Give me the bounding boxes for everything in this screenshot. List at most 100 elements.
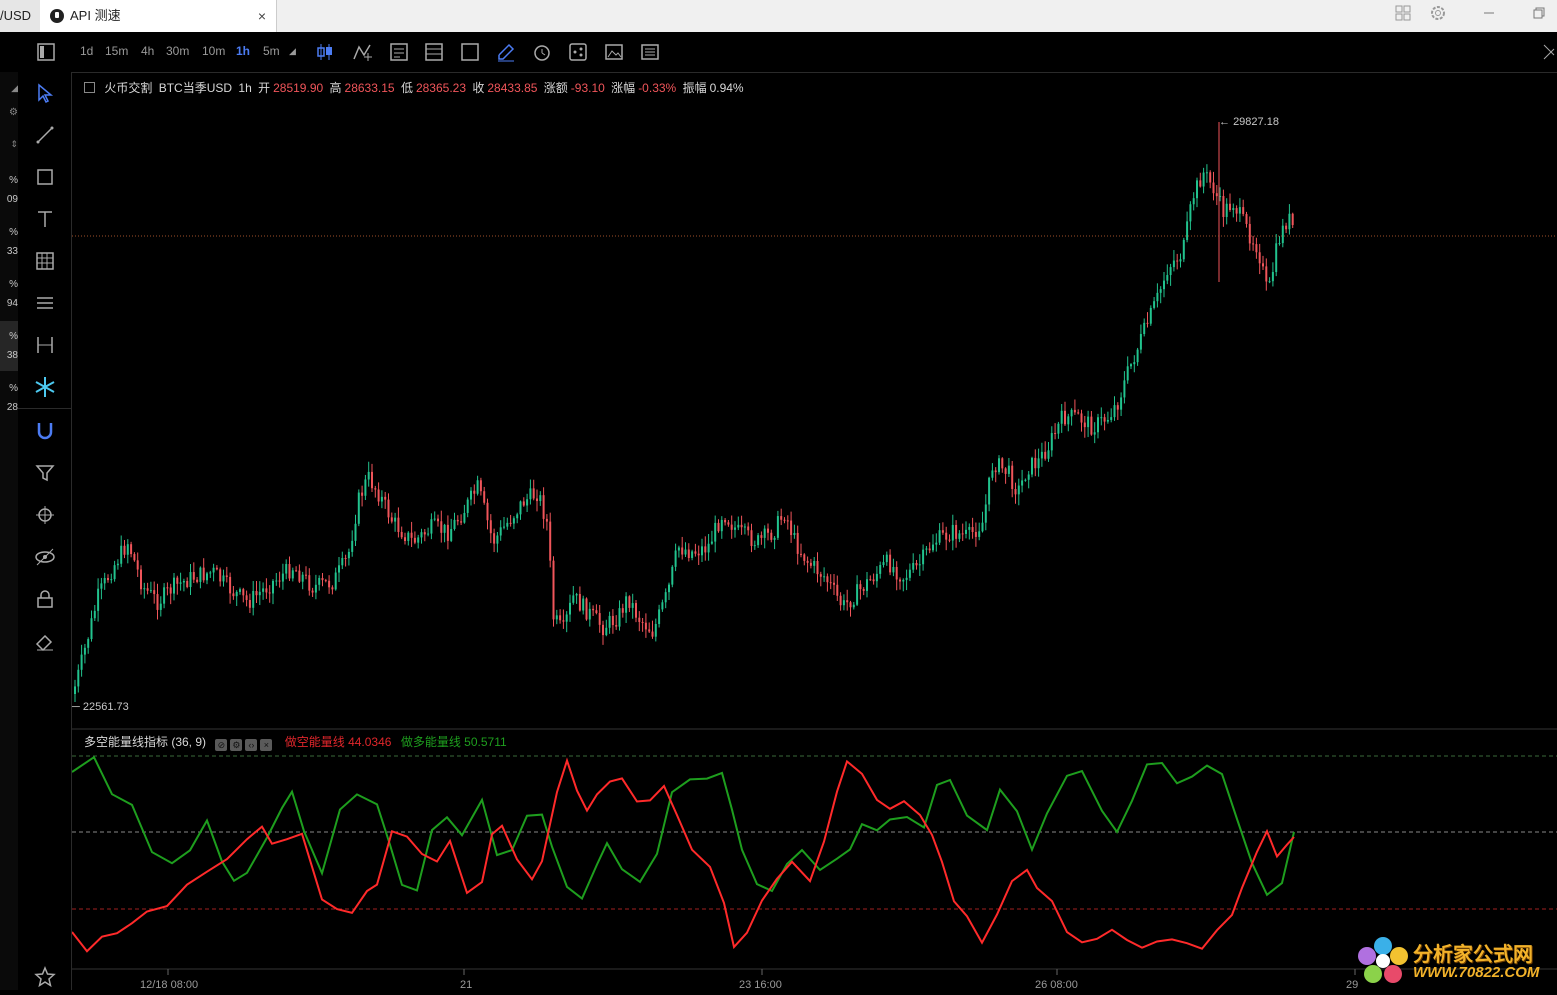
candle-body xyxy=(417,537,420,543)
collapse-icon[interactable] xyxy=(1540,41,1557,63)
settings-gear-icon[interactable] xyxy=(1427,4,1449,26)
timeframe-4h[interactable]: 4h xyxy=(141,44,154,58)
text-tool-icon[interactable] xyxy=(33,207,57,231)
eraser-icon[interactable] xyxy=(33,629,57,653)
restore-icon[interactable] xyxy=(1528,4,1550,26)
candle-body xyxy=(981,522,984,532)
drawing-edit-icon[interactable] xyxy=(495,41,517,63)
candle-body xyxy=(321,577,324,581)
minimize-icon[interactable] xyxy=(1478,4,1500,26)
legend-collapse-icon[interactable] xyxy=(84,82,95,93)
candle-body xyxy=(1093,432,1096,435)
fibonacci-icon[interactable] xyxy=(33,291,57,315)
favorites-star-icon[interactable] xyxy=(33,965,57,989)
candle-body xyxy=(1080,413,1083,423)
lock-icon[interactable] xyxy=(33,587,57,611)
candle-body xyxy=(545,518,548,522)
legend-high-value: 28633.15 xyxy=(344,81,395,95)
candle-body xyxy=(1106,419,1109,422)
candle-body xyxy=(466,499,469,513)
sort-icon[interactable]: ◢ xyxy=(0,83,18,94)
candle-body xyxy=(146,588,149,591)
candle-body xyxy=(635,603,637,618)
timeframe-10m[interactable]: 10m xyxy=(202,44,225,58)
magnet-icon[interactable] xyxy=(33,419,57,443)
candlestick-type-icon[interactable] xyxy=(314,41,336,63)
candle-body xyxy=(126,544,129,555)
indicator-close-icon[interactable]: × xyxy=(260,739,273,751)
legend-symbol: BTC当季USD xyxy=(158,81,233,95)
candle-body xyxy=(186,580,189,588)
watchlist-selected-row[interactable] xyxy=(0,321,18,371)
indicator-icon[interactable] xyxy=(352,41,374,63)
formula-icon[interactable] xyxy=(388,41,410,63)
scroll-icon[interactable]: ⇕ xyxy=(0,139,18,150)
candle-body xyxy=(641,621,644,623)
news-icon[interactable] xyxy=(639,41,661,63)
candle-body xyxy=(961,533,964,535)
candle-body xyxy=(308,575,311,591)
share-icon[interactable] xyxy=(567,41,589,63)
cursor-arrow-icon[interactable] xyxy=(33,81,57,105)
chart-pane[interactable] xyxy=(71,72,1557,990)
filter-icon[interactable] xyxy=(33,461,57,485)
timeframe-1d[interactable]: 1d xyxy=(80,44,93,58)
candle-body xyxy=(159,603,162,610)
fullscreen-icon[interactable] xyxy=(459,41,481,63)
indicator-hide-icon[interactable]: ⊘ xyxy=(215,739,228,751)
timeframe-dropdown-icon[interactable]: ◢ xyxy=(289,46,296,57)
candle-body xyxy=(103,578,106,584)
tab-close-icon[interactable]: × xyxy=(258,0,266,32)
candle-body xyxy=(578,594,581,611)
candle-body xyxy=(133,554,136,561)
alarm-icon[interactable] xyxy=(531,41,553,63)
candle-body xyxy=(427,533,430,535)
watchlist-item-pct: % xyxy=(9,279,18,290)
candle-body xyxy=(479,480,482,492)
candle-body xyxy=(1077,412,1080,414)
candle-body xyxy=(473,490,476,494)
candle-body xyxy=(839,595,842,606)
timeframe-15m[interactable]: 15m xyxy=(105,44,128,58)
candle-body xyxy=(1209,172,1212,183)
sidebar-toggle-icon[interactable] xyxy=(35,41,57,63)
candle-body xyxy=(809,562,812,566)
candle-body xyxy=(516,514,519,519)
indicator-code-icon[interactable]: ‹› xyxy=(245,739,258,751)
candle-body xyxy=(793,532,796,536)
tab-api-speed[interactable]: API 测速 × xyxy=(40,0,277,32)
timeframe-5m[interactable]: 5m xyxy=(263,44,280,58)
legend-pct-value: -0.33% xyxy=(638,81,677,95)
grid-tool-icon[interactable] xyxy=(33,249,57,273)
layout-icon[interactable] xyxy=(1392,4,1414,26)
candlesticks xyxy=(74,122,1294,702)
layout-rows-icon[interactable] xyxy=(423,41,445,63)
tab-usd-label: /USD xyxy=(0,8,32,23)
ohlc-legend: 火币交割 BTC当季USD 1h 开 28519.90 高 28633.15 低 28… xyxy=(84,79,747,95)
snowflake-icon[interactable] xyxy=(33,375,57,399)
candle-body xyxy=(1047,450,1050,459)
timeframe-30m[interactable]: 30m xyxy=(166,44,189,58)
indicator-settings-icon[interactable]: ⚙ xyxy=(230,739,243,751)
measure-icon[interactable] xyxy=(33,333,57,357)
candle-body xyxy=(212,567,215,573)
short-line-value: 44.0346 xyxy=(348,735,392,749)
trend-line-icon[interactable] xyxy=(33,123,57,147)
short-energy-line xyxy=(71,757,1295,953)
candle-body xyxy=(1037,458,1040,469)
tab-usd[interactable]: /USD xyxy=(0,0,41,32)
watchlist-gear-icon[interactable]: ⚙ xyxy=(0,107,18,118)
candle-body xyxy=(374,488,377,490)
candle-body xyxy=(1281,225,1284,244)
candle-body xyxy=(229,576,232,594)
price-chart[interactable] xyxy=(71,72,1557,990)
hide-eye-icon[interactable] xyxy=(33,545,57,569)
candle-body xyxy=(140,569,142,590)
timeframe-1h[interactable]: 1h xyxy=(236,44,250,58)
candle-body xyxy=(1268,281,1271,283)
rectangle-icon[interactable] xyxy=(33,165,57,189)
candle-body xyxy=(823,576,826,578)
crosshair-icon[interactable] xyxy=(33,503,57,527)
snapshot-icon[interactable] xyxy=(603,41,625,63)
candle-body xyxy=(988,477,991,505)
